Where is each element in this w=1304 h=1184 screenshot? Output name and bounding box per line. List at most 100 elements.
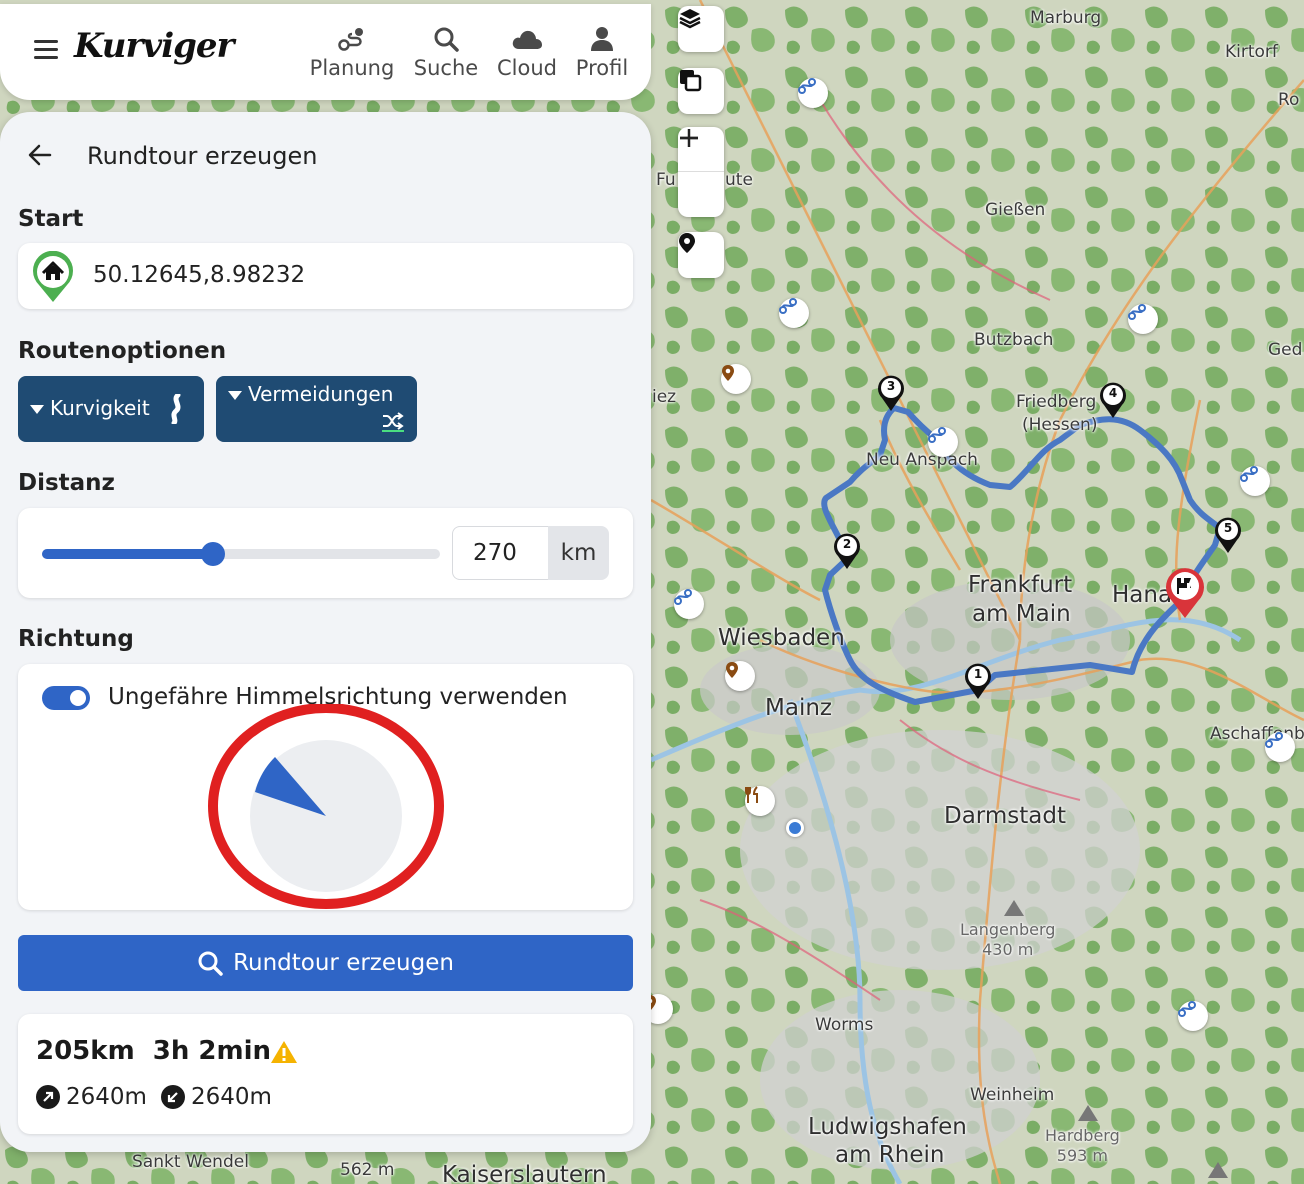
map-label-elev-562: 562 m: [340, 1160, 395, 1180]
nav-planung[interactable]: Planung: [308, 24, 396, 80]
location-pin-poi-icon[interactable]: [721, 364, 751, 394]
route-poi-icon[interactable]: [1128, 304, 1158, 334]
route-poi-icon[interactable]: [674, 589, 704, 619]
direction-compass-dial[interactable]: [198, 704, 454, 914]
minus-icon: [680, 136, 698, 140]
descent-value: 2640m: [190, 1084, 272, 1110]
start-coordinates: 50.12645,8.98232: [93, 262, 306, 288]
restaurant-poi-icon[interactable]: [745, 786, 775, 816]
home-pin-icon: [30, 250, 76, 307]
map-label-frankfurt: Frankfurt: [968, 572, 1073, 598]
map-label-butzbach: Butzbach: [974, 330, 1054, 350]
map-label-ro: Ro: [1278, 90, 1300, 110]
map-label-kirtorf: Kirtorf: [1225, 42, 1278, 62]
distance-slider-thumb[interactable]: [201, 542, 226, 566]
map-label-friedberg: Friedberg: [1016, 392, 1097, 412]
map-label-kaiserslautern: Kaiserslautern: [442, 1162, 607, 1184]
map-label-weinheim: Weinheim: [970, 1085, 1055, 1105]
descent-icon: [160, 1085, 185, 1109]
route-distance: 205km: [36, 1036, 135, 1066]
direction-card: Ungefähre Himmelsrichtung verwenden: [18, 664, 633, 910]
map-label-am-main: am Main: [972, 601, 1071, 627]
avoidances-button[interactable]: Vermeidungen: [216, 376, 417, 442]
distance-slider[interactable]: [42, 542, 440, 566]
caret-down-icon: [30, 405, 44, 414]
waypoint-marker-3[interactable]: 3: [875, 372, 907, 412]
waypoint-marker-2[interactable]: 2: [831, 530, 863, 570]
map-label-langenberg: Langenberg 430 m: [960, 920, 1056, 959]
nav-cloud[interactable]: Cloud: [494, 24, 560, 80]
zoom-out-button[interactable]: [678, 136, 724, 217]
map-label-darmstadt: Darmstadt: [944, 803, 1066, 829]
layers-icon: [679, 9, 701, 29]
mountain-icon: [1004, 900, 1024, 916]
layers-button[interactable]: [678, 6, 724, 52]
route-poi-icon[interactable]: [1265, 732, 1295, 762]
direction-label: Richtung: [18, 626, 134, 652]
overlay-toggle-button[interactable]: [678, 68, 724, 114]
top-navigation-bar: Kurviger Planung Suche Cloud Profil: [0, 4, 651, 100]
start-field[interactable]: 50.12645,8.98232: [18, 243, 633, 309]
map-label-worms: Worms: [815, 1015, 874, 1035]
map-label-am-rhein: am Rhein: [835, 1142, 945, 1168]
generate-round-trip-button[interactable]: Rundtour erzeugen: [18, 935, 633, 991]
shuffle-icon: [382, 412, 404, 432]
search-icon: [434, 27, 459, 52]
route-poi-icon[interactable]: [1240, 466, 1270, 496]
user-icon: [591, 27, 613, 51]
zoom-controls: [678, 127, 724, 217]
map-label-marburg: Marburg: [1030, 8, 1102, 28]
search-icon: [198, 951, 223, 976]
map-label-hardberg: Hardberg 593 m: [1045, 1126, 1120, 1165]
map-label-wiesbaden: Wiesbaden: [718, 625, 845, 651]
distance-label: Distanz: [18, 470, 115, 496]
distance-slider-fill: [42, 549, 214, 559]
mountain-icon: [1078, 1105, 1098, 1121]
round-trip-panel: Rundtour erzeugen Start 50.12645,8.98232…: [0, 112, 651, 1152]
cloud-icon: [512, 30, 542, 49]
route-icon: [338, 28, 363, 51]
route-poi-icon[interactable]: [798, 78, 828, 108]
back-arrow-icon[interactable]: [28, 144, 52, 170]
map-label-hessen: (Hessen): [1022, 415, 1098, 435]
distance-unit: km: [548, 526, 609, 580]
route-poi-icon[interactable]: [1178, 1001, 1208, 1031]
waypoint-marker-1[interactable]: 1: [962, 660, 994, 700]
waypoint-marker-4[interactable]: 4: [1097, 379, 1129, 419]
mountain-icon: [1208, 1162, 1228, 1178]
route-options-label: Routenoptionen: [18, 338, 227, 364]
ascent-icon: [36, 1085, 60, 1109]
panel-title: Rundtour erzeugen: [87, 142, 318, 170]
map-label-sankt-wendel: Sankt Wendel: [132, 1152, 249, 1172]
menu-hamburger-icon[interactable]: [34, 40, 58, 60]
route-duration: 3h 2min: [152, 1036, 272, 1066]
curvy-road-icon: [171, 394, 181, 424]
map-label-neu-anspach: Neu Anspach: [866, 450, 978, 470]
destination-flag-marker[interactable]: [1163, 565, 1207, 619]
caret-down-icon: [228, 391, 242, 400]
route-poi-icon[interactable]: [928, 427, 958, 457]
map-label-mainz: Mainz: [765, 695, 832, 721]
kurviger-logo[interactable]: Kurviger: [74, 26, 234, 66]
location-pin-icon: [679, 233, 695, 253]
nav-suche[interactable]: Suche: [410, 24, 482, 80]
ascent-value: 2640m: [66, 1084, 147, 1110]
locate-me-button[interactable]: [678, 232, 724, 278]
route-poi-icon[interactable]: [779, 298, 809, 328]
direction-toggle[interactable]: [42, 686, 90, 710]
waypoint-marker-5[interactable]: 5: [1212, 514, 1244, 554]
current-location-dot: [786, 819, 804, 837]
elevation-summary: 2640m 2640m: [36, 1084, 272, 1110]
start-label: Start: [18, 206, 84, 232]
overlay-icon: [680, 70, 702, 92]
map-label-iez: iez: [652, 387, 677, 407]
map-label-giessen: Gießen: [985, 200, 1046, 220]
location-pin-poi-icon[interactable]: [725, 661, 755, 691]
nav-profil[interactable]: Profil: [572, 24, 632, 80]
map-label-ute: ute: [725, 170, 753, 190]
route-result-card[interactable]: 205km 3h 2min 2640m 2640m: [18, 1014, 633, 1134]
distance-input[interactable]: [452, 526, 548, 580]
warning-icon[interactable]: [270, 1040, 298, 1064]
curviness-button[interactable]: Kurvigkeit: [18, 376, 204, 442]
map-label-fu: Fu: [656, 170, 676, 190]
